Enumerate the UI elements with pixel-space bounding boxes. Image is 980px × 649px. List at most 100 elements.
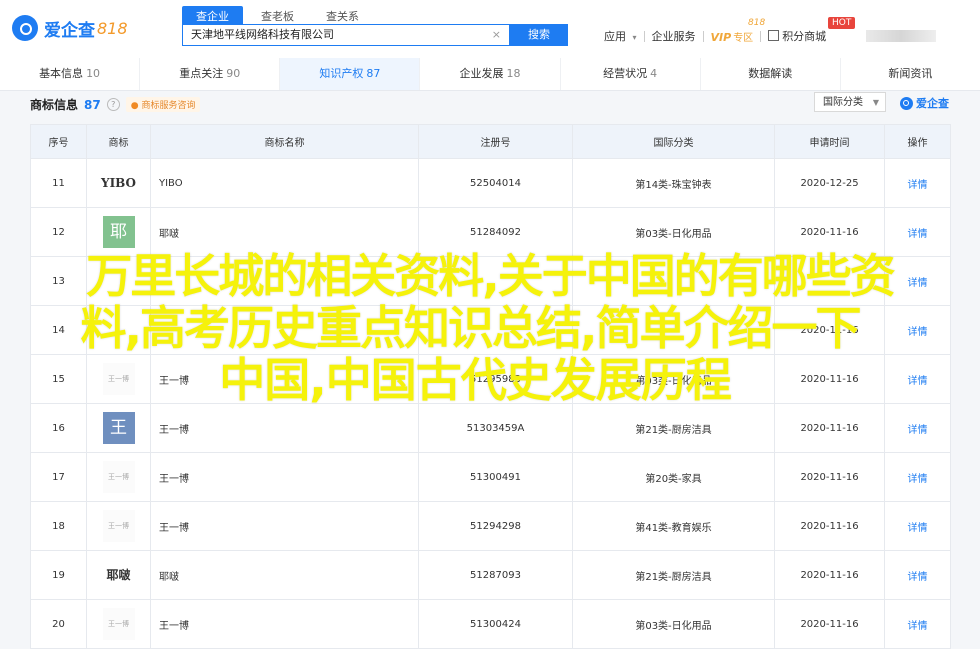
cell-reg-no: 51300491	[418, 452, 573, 502]
gift-icon	[768, 30, 780, 41]
detail-link[interactable]: 详情	[908, 376, 928, 387]
cell-date: 2020-11-16	[774, 207, 885, 257]
cell-date: 2020-12-25	[774, 158, 885, 208]
trademark-image[interactable]: 耶啵	[99, 559, 139, 591]
tab-key-focus[interactable]: 重点关注 90	[140, 58, 281, 90]
detail-link[interactable]: 详情	[908, 474, 928, 485]
clear-icon[interactable]: ×	[492, 25, 501, 45]
cell-action: 详情	[884, 256, 951, 306]
table-header-row: 序号 商标 商标名称 注册号 国际分类 申请时间 操作	[30, 124, 951, 159]
cell-name: 王一博	[150, 599, 419, 649]
trademark-image[interactable]: 王一博	[102, 363, 135, 395]
cell-action: 详情	[884, 599, 951, 649]
cell-mark	[86, 305, 151, 355]
help-icon[interactable]: ?	[106, 98, 120, 111]
cell-class: 第21类-厨房洁具	[572, 550, 775, 600]
trademark-image[interactable]: 耶	[102, 216, 135, 248]
cell-date: 2020-11-16	[774, 452, 885, 502]
cell-mark: 王一博	[86, 501, 151, 551]
search-type-tabs: 查企业 查老板 查关系	[182, 6, 377, 26]
detail-link[interactable]: 详情	[908, 180, 928, 191]
search-button[interactable]: 搜索	[510, 24, 568, 46]
cell-reg-no	[418, 256, 573, 306]
vip-818-badge: 818	[748, 18, 766, 28]
site-logo[interactable]: 爱企查 818	[12, 13, 128, 43]
points-mall-label: 积分商城	[782, 30, 827, 43]
user-account-blurred[interactable]	[866, 30, 936, 42]
cell-index: 12	[30, 207, 87, 257]
tab-label: 经营状况	[603, 67, 648, 80]
cell-action: 详情	[884, 305, 951, 355]
hot-badge: HOT	[828, 17, 856, 29]
table-row: 12 耶 耶啵 51284092 第03类-日化用品 2020-11-16 详情	[30, 207, 951, 257]
detail-link[interactable]: 详情	[908, 621, 928, 632]
trademark-image[interactable]: 王一博	[102, 510, 135, 542]
cell-class: 第41类-教育娱乐	[572, 501, 775, 551]
cell-date: 2020-11-16	[774, 354, 885, 404]
col-header-name: 商标名称	[150, 124, 419, 159]
cell-name: 王一博	[150, 354, 419, 404]
trademark-image[interactable]: 王一博	[102, 608, 135, 640]
trademark-image[interactable]	[103, 314, 135, 346]
cell-index: 17	[30, 452, 87, 502]
cell-index: 18	[30, 501, 87, 551]
cell-action: 详情	[884, 158, 951, 208]
trademark-image[interactable]: 王一博	[102, 461, 135, 493]
cell-date: 2020-11-16	[774, 501, 885, 551]
cell-reg-no: 51300424	[418, 599, 573, 649]
cell-mark: 耶	[86, 207, 151, 257]
trademark-image[interactable]: YIBO	[99, 167, 139, 199]
tab-development[interactable]: 企业发展 18	[420, 58, 561, 90]
flame-icon: ●	[130, 101, 139, 111]
col-header-class: 国际分类	[572, 124, 775, 159]
cell-action: 详情	[884, 403, 951, 453]
detail-link[interactable]: 详情	[908, 327, 928, 338]
vip-zone-label: 专区	[733, 32, 754, 44]
nav-enterprise-service[interactable]: 企业服务	[652, 28, 696, 44]
trademark-consult-link[interactable]: ● 商标服务咨询	[125, 97, 201, 112]
cell-date: 2020-11-16	[774, 599, 885, 649]
trademark-table: 序号 商标 商标名称 注册号 国际分类 申请时间 操作 11 YIBO YIBO…	[30, 124, 951, 649]
cell-action: 详情	[884, 452, 951, 502]
brand-magnifier-icon	[900, 96, 913, 110]
cell-date: 2020-11-16	[774, 403, 885, 453]
vip-label: VIP	[710, 30, 732, 44]
detail-link[interactable]: 详情	[908, 229, 928, 240]
table-row: 17 王一博 王一博 51300491 第20类-家具 2020-11-16 详…	[30, 452, 951, 502]
cell-name: 耶啵	[150, 550, 419, 600]
classification-select[interactable]: 国际分类 ▼	[814, 92, 886, 112]
cell-mark: YIBO	[86, 158, 151, 208]
cell-name	[150, 305, 419, 355]
cell-reg-no: 51295983	[418, 354, 573, 404]
search-input[interactable]: 天津地平线网络科技有限公司 ×	[182, 24, 510, 46]
cell-action: 详情	[884, 550, 951, 600]
search-tab-relation[interactable]: 查关系	[312, 6, 373, 26]
detail-link[interactable]: 详情	[908, 278, 928, 289]
nav-points-mall[interactable]: 积分商城	[768, 28, 826, 44]
search-tab-company[interactable]: 查企业	[182, 6, 243, 26]
tab-operation-status[interactable]: 经营状况 4	[561, 58, 701, 90]
detail-link[interactable]: 详情	[908, 572, 928, 583]
tab-count: 87	[366, 67, 381, 80]
tab-basic-info[interactable]: 基本信息 10	[0, 58, 141, 90]
detail-link[interactable]: 详情	[908, 425, 928, 436]
trademark-image[interactable]: 王	[102, 412, 135, 444]
table-row: 11 YIBO YIBO 52504014 第14类-珠宝钟表 2020-12-…	[30, 158, 951, 208]
tab-news[interactable]: 新闻资讯	[841, 58, 980, 90]
table-row: 19 耶啵 耶啵 51287093 第21类-厨房洁具 2020-11-16 详…	[30, 550, 951, 600]
search-input-value: 天津地平线网络科技有限公司	[191, 28, 334, 41]
cell-date	[774, 256, 885, 306]
cell-mark: 王一博	[86, 354, 151, 404]
nav-vip[interactable]: VIP 专区	[711, 29, 754, 44]
tab-count: 4	[650, 67, 658, 80]
trademark-image[interactable]	[103, 265, 135, 297]
tab-intellectual-property[interactable]: 知识产权 87	[280, 58, 421, 90]
section-title: 商标信息	[30, 98, 79, 112]
cell-index: 11	[30, 158, 87, 208]
col-header-reg-no: 注册号	[418, 124, 573, 159]
search-tab-boss[interactable]: 查老板	[247, 6, 308, 26]
tab-data-insight[interactable]: 数据解读	[701, 58, 841, 90]
detail-link[interactable]: 详情	[908, 523, 928, 534]
tab-label: 重点关注	[179, 67, 224, 80]
nav-app[interactable]: 应用 ▾	[604, 28, 637, 44]
